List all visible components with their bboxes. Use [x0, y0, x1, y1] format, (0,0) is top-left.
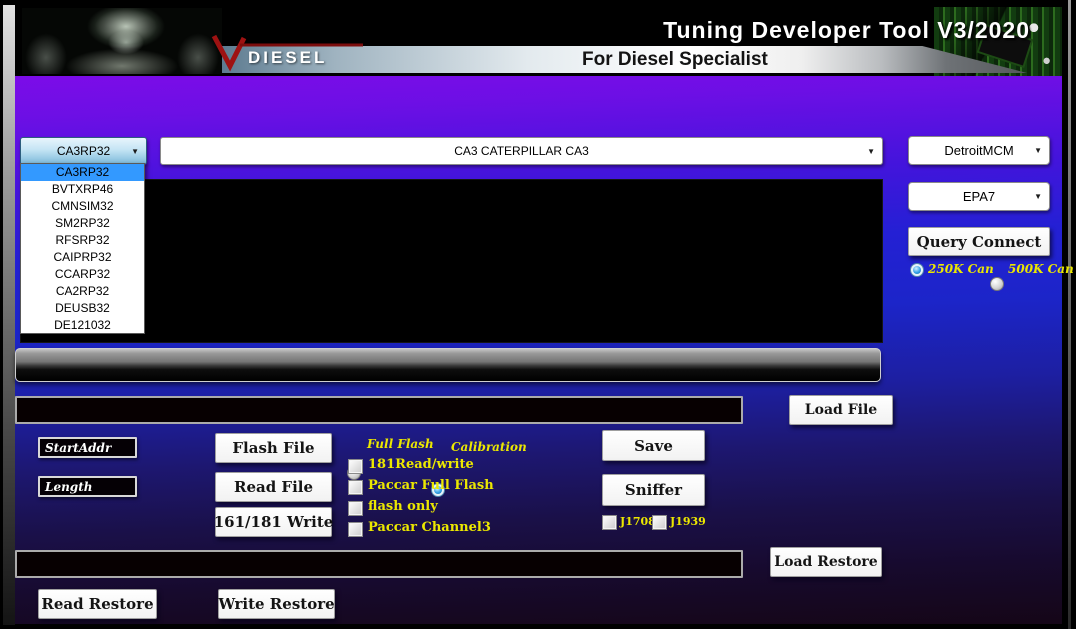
header-banner: DIESEL Tuning Developer Tool V3/2020 For…: [15, 7, 1062, 76]
write-161-181-button[interactable]: 161/181 Write: [215, 507, 332, 537]
device-combo[interactable]: CA3RP32 ▼: [20, 137, 147, 165]
progress-bar: [15, 348, 881, 382]
full-flash-label: Full Flash: [367, 437, 434, 451]
flash-file-button[interactable]: Flash File: [215, 433, 332, 463]
list-item[interactable]: SM2RP32: [21, 215, 144, 232]
device-combo-value: CA3RP32: [57, 144, 110, 158]
list-item[interactable]: CAIPRP32: [21, 249, 144, 266]
chevron-down-icon[interactable]: ▼: [1034, 146, 1042, 155]
can-250k-radio[interactable]: [910, 263, 924, 277]
paccar-full-flash-checkbox[interactable]: [348, 480, 363, 495]
app-window: DIESEL Tuning Developer Tool V3/2020 For…: [0, 0, 1076, 629]
chevron-down-icon[interactable]: ▼: [1034, 192, 1042, 201]
list-item[interactable]: DE121032: [21, 316, 144, 333]
epa-combo[interactable]: EPA7 ▼: [908, 182, 1050, 211]
flash-only-label: flash only: [368, 499, 438, 514]
device-list: CA3RP32 BVTXRP46 CMNSIM32 SM2RP32 RFSRP3…: [20, 163, 145, 334]
load-restore-button[interactable]: Load Restore: [770, 547, 882, 577]
chevron-down-icon[interactable]: ▼: [867, 147, 875, 156]
module-combo[interactable]: DetroitMCM ▼: [908, 136, 1050, 165]
epa-combo-value: EPA7: [963, 189, 995, 204]
j1708-label: J1708: [620, 515, 656, 528]
ecu-combo[interactable]: CA3 CATERPILLAR CA3 ▼: [160, 137, 883, 165]
window-frame-left: [3, 5, 15, 625]
module-combo-value: DetroitMCM: [944, 143, 1013, 158]
save-button[interactable]: Save: [602, 430, 705, 461]
query-connect-button[interactable]: Query Connect: [908, 227, 1050, 256]
list-item[interactable]: CCARP32: [21, 265, 144, 282]
list-item[interactable]: DEUSB32: [21, 299, 144, 316]
j1939-checkbox[interactable]: [652, 515, 667, 530]
list-item[interactable]: CA2RP32: [21, 282, 144, 299]
window-frame-right: [1068, 0, 1071, 629]
list-item[interactable]: CMNSIM32: [21, 198, 144, 215]
load-file-button[interactable]: Load File: [789, 395, 893, 425]
list-item[interactable]: RFSRP32: [21, 232, 144, 249]
181-read-write-label: 181Read/write: [368, 457, 474, 472]
chevron-down-icon[interactable]: ▼: [131, 147, 139, 156]
can-500k-label: 500K Can: [1008, 262, 1074, 276]
181-read-write-checkbox[interactable]: [348, 459, 363, 474]
console-output-box: [20, 179, 883, 343]
can-250k-label: 250K Can: [928, 262, 994, 276]
length-input[interactable]: Length: [38, 476, 137, 497]
paccar-full-flash-label: Paccar Full Flash: [368, 478, 494, 493]
skull-logo-image: [22, 8, 222, 74]
list-item[interactable]: CA3RP32: [21, 164, 144, 181]
app-title: Tuning Developer Tool V3/2020: [663, 17, 1030, 44]
sniffer-button[interactable]: Sniffer: [602, 474, 705, 506]
file-path-field[interactable]: [15, 396, 743, 424]
brand-name: DIESEL: [248, 48, 327, 68]
read-restore-button[interactable]: Read Restore: [38, 589, 157, 619]
j1939-label: J1939: [670, 515, 706, 528]
flash-only-checkbox[interactable]: [348, 501, 363, 516]
restore-path-field[interactable]: [15, 550, 743, 578]
can-500k-radio[interactable]: [990, 277, 1004, 291]
app-subtitle: For Diesel Specialist: [582, 49, 768, 71]
ecu-combo-value: CA3 CATERPILLAR CA3: [454, 144, 589, 158]
paccar-channel3-checkbox[interactable]: [348, 522, 363, 537]
calibration-label: Calibration: [451, 440, 527, 454]
start-addr-input[interactable]: StartAddr: [38, 437, 137, 458]
j1708-checkbox[interactable]: [602, 515, 617, 530]
read-file-button[interactable]: Read File: [215, 472, 332, 502]
write-restore-button[interactable]: Write Restore: [218, 589, 335, 619]
list-item[interactable]: BVTXRP46: [21, 181, 144, 198]
paccar-channel3-label: Paccar Channel3: [368, 520, 491, 535]
